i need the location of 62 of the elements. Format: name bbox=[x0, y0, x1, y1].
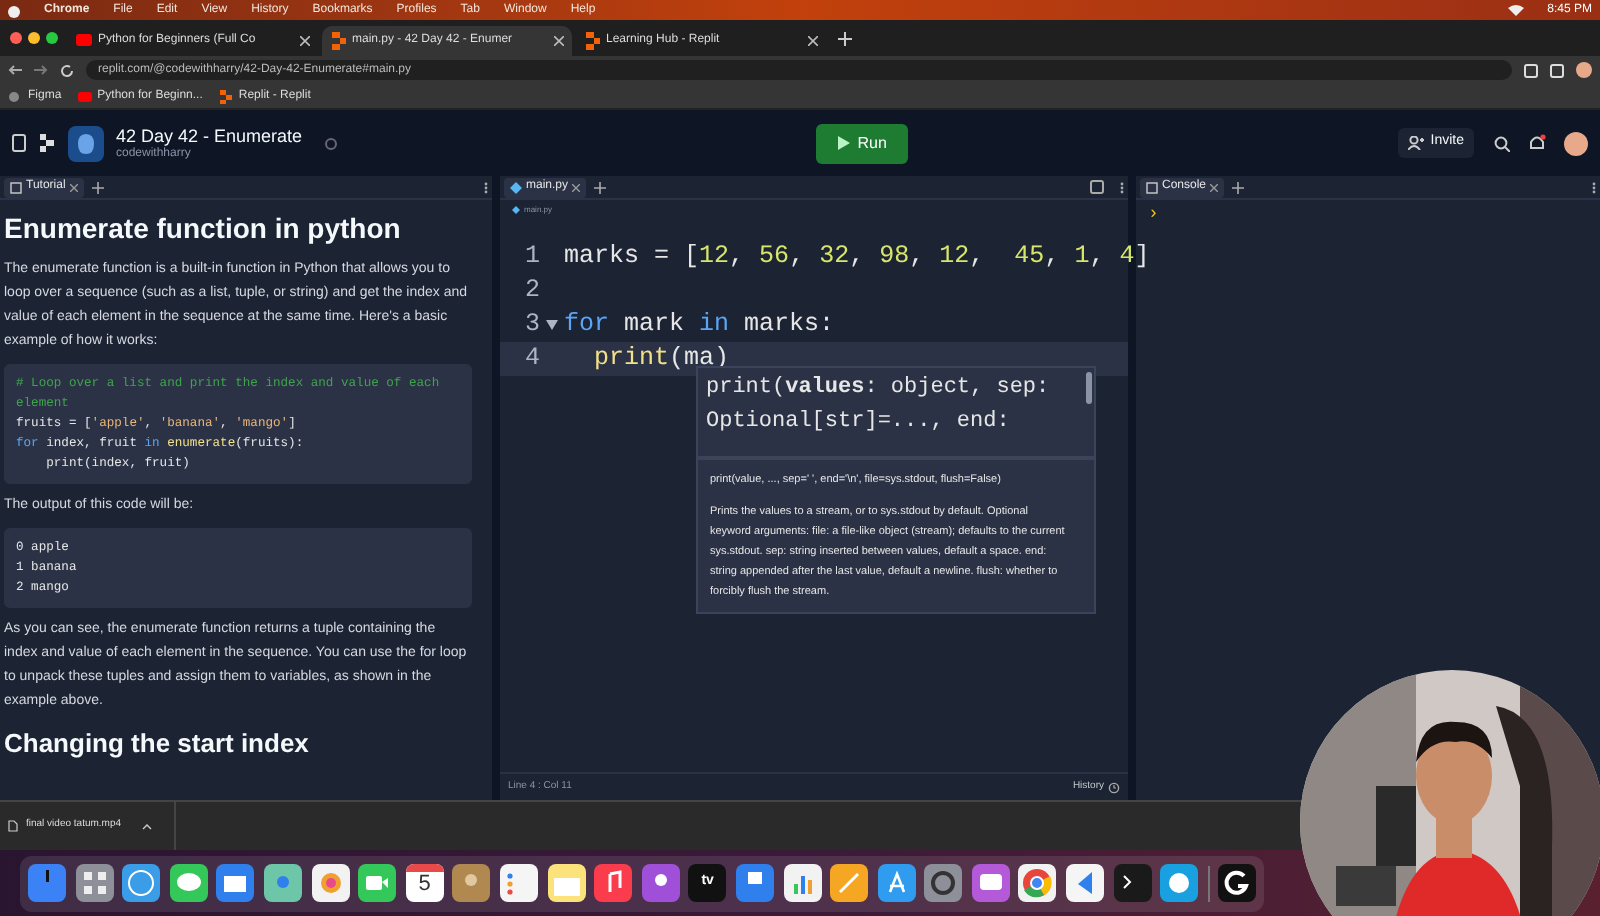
repl-title[interactable]: 42 Day 42 - Enumerate bbox=[116, 127, 303, 145]
fold-caret-icon[interactable] bbox=[546, 320, 558, 330]
grid-icon[interactable] bbox=[75, 864, 114, 902]
back-icon[interactable] bbox=[8, 64, 22, 76]
bell-icon[interactable] bbox=[1528, 134, 1546, 152]
apple-icon bbox=[8, 3, 20, 17]
sidebar-icon[interactable] bbox=[1550, 63, 1564, 77]
flower-icon[interactable] bbox=[311, 864, 350, 902]
tutorial-heading: Enumerate function in python bbox=[4, 212, 403, 247]
envelope-icon[interactable] bbox=[216, 864, 255, 902]
avatar-icon[interactable] bbox=[1576, 62, 1592, 78]
layout-icon[interactable] bbox=[1090, 180, 1104, 194]
replit-logo-icon[interactable] bbox=[38, 134, 56, 152]
avatar-icon[interactable] bbox=[1564, 131, 1588, 155]
line-number: 1 bbox=[522, 240, 540, 275]
pen-icon[interactable] bbox=[830, 864, 869, 902]
replit-icon bbox=[584, 32, 600, 50]
history-icon bbox=[1108, 781, 1120, 793]
close-icon[interactable] bbox=[808, 36, 818, 46]
line-number: 2 bbox=[522, 274, 540, 309]
replit-icon bbox=[218, 89, 233, 103]
app-store-icon[interactable] bbox=[877, 864, 916, 902]
close-icon[interactable] bbox=[554, 36, 564, 46]
close-icon[interactable] bbox=[300, 36, 310, 46]
code-line: marks = [12, 56, 32, 98, 12, 45, 1, 4] bbox=[564, 240, 1150, 275]
add-tab-icon[interactable] bbox=[594, 181, 607, 193]
signature-popup: print(values: object, sep: Optional[str]=..., end: bbox=[696, 366, 1096, 458]
new-tab-icon[interactable] bbox=[838, 31, 852, 45]
add-user-icon bbox=[1408, 136, 1425, 150]
calendar-icon[interactable]: 5 bbox=[405, 864, 444, 902]
play-icon bbox=[77, 89, 92, 103]
add-tab-icon[interactable] bbox=[1232, 181, 1245, 193]
forward-icon[interactable] bbox=[34, 64, 48, 76]
scrollbar bbox=[1086, 372, 1092, 404]
search-icon[interactable] bbox=[1494, 135, 1510, 151]
reload-icon[interactable] bbox=[60, 63, 74, 77]
add-tab-icon[interactable] bbox=[91, 181, 104, 193]
g-logo-icon[interactable] bbox=[1218, 864, 1257, 902]
file-icon bbox=[8, 820, 18, 832]
play-icon bbox=[76, 32, 92, 50]
checklist-icon[interactable] bbox=[499, 864, 538, 902]
wifi-icon bbox=[1507, 4, 1524, 16]
play-icon bbox=[837, 136, 850, 150]
close-icon bbox=[1210, 183, 1219, 191]
close-icon bbox=[69, 183, 78, 191]
notepad-icon[interactable] bbox=[547, 864, 586, 902]
run-button[interactable]: Run bbox=[816, 123, 909, 163]
video-camera-icon[interactable] bbox=[358, 864, 397, 902]
code-line: for mark in marks: bbox=[564, 308, 835, 343]
sidebar-toggle-icon[interactable] bbox=[12, 134, 26, 152]
section-heading: Changing the start index bbox=[4, 727, 311, 760]
console-prompt: › bbox=[1148, 202, 1159, 228]
chat-bubble-icon[interactable] bbox=[169, 864, 208, 902]
line-number: 3 bbox=[522, 308, 540, 343]
compass-icon[interactable] bbox=[122, 864, 161, 902]
chrome-icon[interactable] bbox=[1018, 864, 1057, 902]
line-number: 4 bbox=[522, 342, 540, 377]
bar-chart-icon[interactable] bbox=[783, 864, 821, 902]
window-controls-icon bbox=[8, 30, 60, 46]
chevron-up-icon bbox=[141, 823, 152, 829]
replit-icon bbox=[330, 32, 346, 50]
close-icon bbox=[572, 183, 581, 191]
